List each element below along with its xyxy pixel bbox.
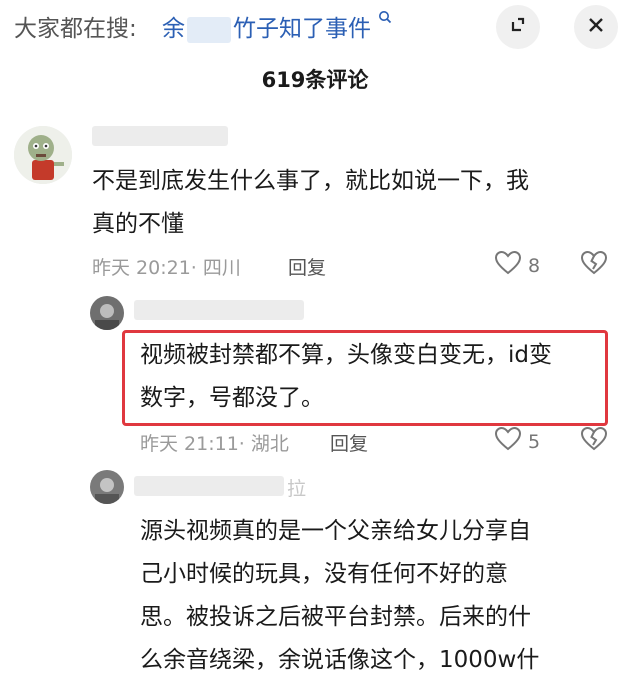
- top-bar: 大家都在搜: 余 竹子知了事件: [0, 0, 630, 52]
- highlight-annotation: [122, 330, 608, 426]
- comment-line: 不是到底发生什么事了，就比如说一下，我: [92, 168, 529, 194]
- username-redacted: [92, 126, 228, 146]
- dislike-button[interactable]: [580, 426, 608, 456]
- comment-meta: 昨天 20:21· 四川: [92, 257, 241, 279]
- comment-line: 真的不懂: [92, 211, 184, 237]
- collapse-button[interactable]: [496, 5, 540, 49]
- broken-heart-icon: [580, 250, 608, 280]
- avatar[interactable]: [90, 470, 124, 504]
- close-button[interactable]: [574, 5, 618, 49]
- avatar[interactable]: [14, 126, 72, 184]
- like-count: 5: [528, 430, 541, 453]
- reply-button[interactable]: 回复: [330, 429, 368, 456]
- comment-meta: 昨天 21:11· 湖北: [140, 433, 289, 455]
- username-redacted: [134, 476, 284, 496]
- comment-line: 思。被投诉之后被平台封禁。后来的什: [140, 604, 531, 630]
- trending-search-link[interactable]: 余 竹子知了事件: [162, 9, 392, 43]
- heart-icon: [494, 250, 522, 281]
- like-button[interactable]: 8: [494, 250, 540, 281]
- collapse-icon: [508, 15, 528, 39]
- username-fragment: 拉: [287, 478, 307, 500]
- reply-button[interactable]: 回复: [288, 253, 326, 280]
- reply-text: 源头视频真的是一个父亲给女儿分享自 己小时候的玩具，没有任何不好的意 思。被投诉…: [140, 510, 539, 682]
- username-redacted: [134, 300, 304, 320]
- comment-line: 源头视频真的是一个父亲给女儿分享自: [140, 518, 531, 544]
- dislike-button[interactable]: [580, 250, 608, 280]
- like-button[interactable]: 5: [494, 426, 540, 457]
- comment-count-title: 619条评论: [261, 68, 369, 92]
- comment-line: 么余音绕梁，余说话像这个，1000w什: [140, 647, 540, 673]
- close-icon: [586, 15, 606, 39]
- redacted-text: [187, 16, 231, 43]
- search-icon: [373, 9, 392, 28]
- like-count: 8: [528, 254, 541, 277]
- search-query-start: 余: [162, 16, 185, 42]
- search-prefix: 大家都在搜:: [14, 16, 137, 42]
- avatar[interactable]: [90, 296, 124, 330]
- comment-line: 己小时候的玩具，没有任何不好的意: [140, 561, 508, 587]
- comment-text: 不是到底发生什么事了，就比如说一下，我 真的不懂: [92, 160, 529, 246]
- heart-icon: [494, 426, 522, 457]
- broken-heart-icon: [580, 426, 608, 456]
- search-query-end: 竹子知了事件: [233, 16, 371, 42]
